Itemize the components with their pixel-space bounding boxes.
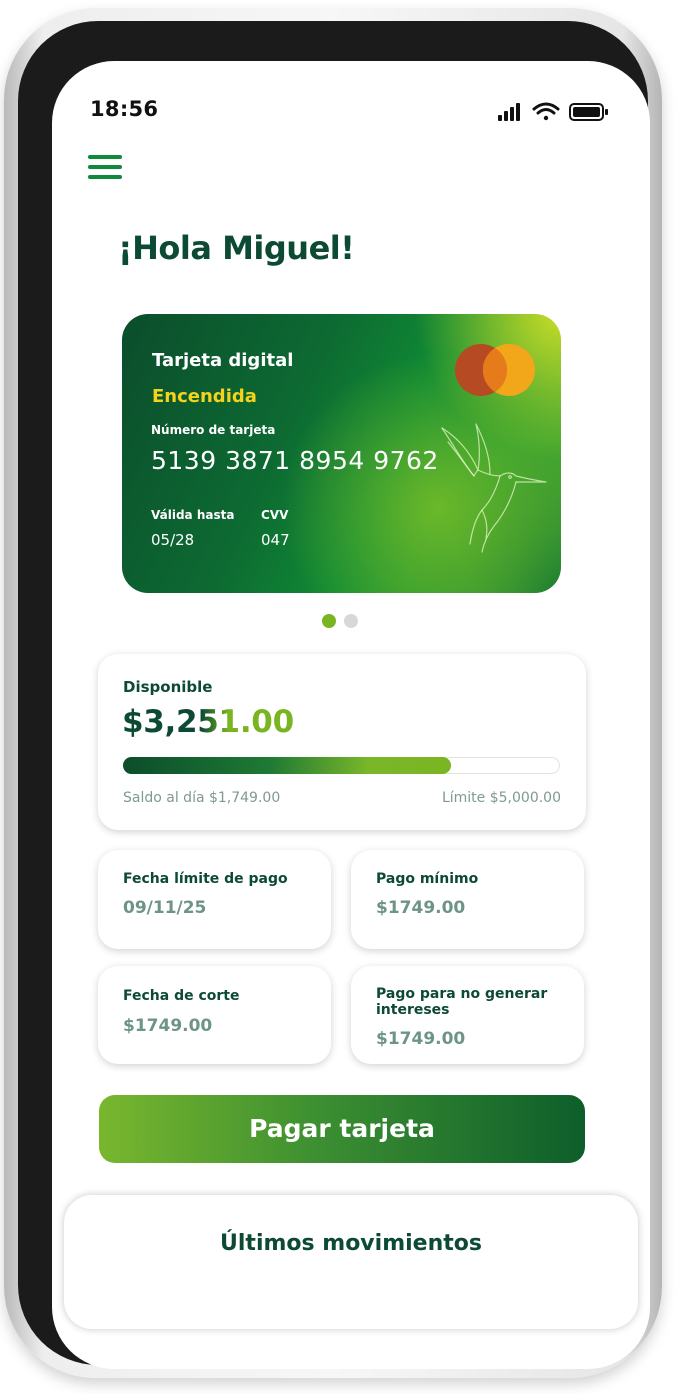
card-valid-label: Válida hasta [151,508,235,522]
info-value: $1749.00 [123,1016,213,1036]
card-title: Tarjeta digital [152,350,294,371]
credit-usage-fill [123,757,451,774]
mastercard-logo-icon [455,344,535,396]
info-label: Pago mínimo [376,871,479,887]
carousel-indicator [322,614,362,628]
battery-icon [569,103,608,121]
phone-frame: 18:56 ¡Hola Miguel! Tarjeta digital Ence… [4,8,662,1378]
digital-card[interactable]: Tarjeta digital Encendida Número de tarj… [122,314,561,593]
info-value: $1749.00 [376,1029,466,1049]
card-valid-date: 05/28 [151,531,195,549]
wifi-icon [532,102,560,121]
info-label: Fecha límite de pago [123,871,288,887]
phone-bezel: 18:56 ¡Hola Miguel! Tarjeta digital Ence… [18,21,650,1369]
available-amount: $3,251.00 [122,704,294,740]
recent-movements-title: Últimos movimientos [220,1231,482,1256]
page-title: ¡Hola Miguel! [118,229,355,267]
hamburger-menu-icon[interactable] [88,155,126,185]
card-status: Encendida [152,386,257,407]
status-icons [498,101,610,123]
balance-panel: Disponible $3,251.00 Saldo al día $1,749… [98,654,586,830]
info-label: Fecha de corte [123,988,240,1004]
status-time: 18:56 [90,97,159,121]
balance-today: Saldo al día $1,749.00 [123,790,281,806]
card-cvv-label: CVV [261,508,289,522]
pay-card-button[interactable]: Pagar tarjeta [99,1095,585,1163]
info-value: $1749.00 [376,898,466,918]
info-card-due-date: Fecha límite de pago 09/11/25 [98,850,331,949]
info-card-cutoff-date: Fecha de corte $1749.00 [98,966,331,1064]
carousel-dot-1[interactable] [322,614,336,628]
info-label: Pago para no generar intereses [376,986,548,1018]
carousel-dot-2[interactable] [344,614,358,628]
hummingbird-icon [441,423,547,553]
info-card-no-interest-payment: Pago para no generar intereses $1749.00 [351,966,584,1064]
phone-screen: 18:56 ¡Hola Miguel! Tarjeta digital Ence… [52,61,650,1369]
info-value: 09/11/25 [123,898,207,918]
info-card-minimum-payment: Pago mínimo $1749.00 [351,850,584,949]
card-number: 5139 3871 8954 9762 [151,446,439,475]
card-number-label: Número de tarjeta [151,423,276,437]
recent-movements-panel[interactable]: Últimos movimientos [64,1195,638,1329]
credit-limit: Límite $5,000.00 [441,790,561,806]
credit-usage-bar [123,757,560,774]
available-label: Disponible [123,678,213,696]
cellular-signal-icon [498,103,520,121]
card-cvv: 047 [261,531,290,549]
